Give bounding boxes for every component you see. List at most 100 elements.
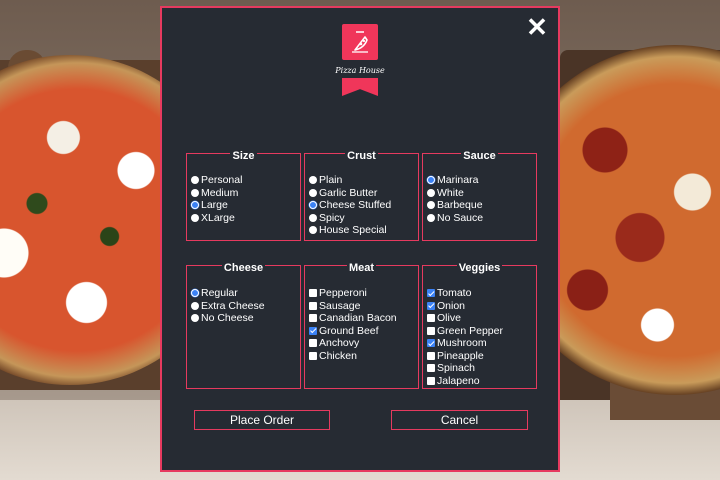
sauce-option-marinara[interactable]: Marinara [427, 174, 532, 187]
veggies-option-onion[interactable]: Onion [427, 300, 532, 313]
sauce-group: Sauce Marinara White Barbeque No Sauce [422, 150, 537, 241]
order-modal: ✕ Pizza House Size Personal Medium Large XL… [160, 6, 560, 472]
veggies-option-pineapple[interactable]: Pineapple [427, 350, 532, 363]
cheese-group-title: Cheese [221, 262, 266, 274]
sauce-group-title: Sauce [461, 150, 498, 162]
radio-button[interactable] [309, 176, 317, 185]
meat-option-canadian-bacon[interactable]: Canadian Bacon [309, 312, 414, 325]
meat-option-pepperoni[interactable]: Pepperoni [309, 287, 414, 300]
radio-button[interactable] [191, 314, 199, 323]
veggies-group: Veggies Tomato Onion Olive Green Pepper Mush… [422, 262, 537, 389]
option-label: Extra Cheese [201, 299, 265, 312]
radio-button[interactable] [427, 213, 435, 222]
option-label: Pepperoni [319, 287, 367, 300]
crust-group-title: Crust [345, 150, 378, 162]
cancel-button[interactable]: Cancel [391, 410, 528, 430]
cheese-option-extra-cheese[interactable]: Extra Cheese [191, 300, 296, 313]
veggies-group-title: Veggies [456, 262, 503, 274]
crust-option-house-special[interactable]: House Special [309, 224, 414, 237]
option-label: Spinach [437, 362, 475, 375]
veggies-option-jalapeno[interactable]: Jalapeno [427, 375, 532, 388]
checkbox[interactable] [309, 301, 317, 310]
radio-button[interactable] [309, 201, 317, 210]
veggies-option-mushroom[interactable]: Mushroom [427, 337, 532, 350]
veggies-option-tomato[interactable]: Tomato [427, 287, 532, 300]
option-label: Regular [201, 287, 238, 300]
crust-option-garlic-butter[interactable]: Garlic Butter [309, 187, 414, 200]
option-label: Ground Beef [319, 324, 379, 337]
checkbox[interactable] [309, 289, 317, 298]
pizza-house-logo: Pizza House [335, 24, 385, 96]
option-label: Medium [201, 186, 239, 199]
cheese-option-regular[interactable]: Regular [191, 287, 296, 300]
option-label: White [437, 186, 464, 199]
radio-button[interactable] [427, 201, 435, 210]
option-label: Pineapple [437, 349, 484, 362]
option-label: Barbeque [437, 199, 483, 212]
checkbox[interactable] [427, 314, 435, 323]
radio-button[interactable] [191, 289, 199, 298]
radio-button[interactable] [309, 213, 317, 222]
radio-button[interactable] [191, 213, 199, 222]
veggies-option-olive[interactable]: Olive [427, 312, 532, 325]
checkbox[interactable] [427, 326, 435, 335]
checkbox[interactable] [309, 351, 317, 360]
crust-group: Crust Plain Garlic Butter Cheese Stuffed Sp… [304, 150, 419, 241]
checkbox[interactable] [427, 364, 435, 373]
crust-option-plain[interactable]: Plain [309, 174, 414, 187]
cheese-group: Cheese Regular Extra Cheese No Cheese [186, 262, 301, 389]
sauce-option-no-sauce[interactable]: No Sauce [427, 212, 532, 225]
close-icon[interactable]: ✕ [526, 14, 548, 40]
sauce-option-white[interactable]: White [427, 187, 532, 200]
checkbox[interactable] [309, 314, 317, 323]
radio-button[interactable] [309, 226, 317, 235]
checkbox[interactable] [309, 339, 317, 348]
meat-option-ground-beef[interactable]: Ground Beef [309, 325, 414, 338]
option-label: Olive [437, 312, 461, 325]
option-label: Marinara [437, 174, 479, 187]
option-label: Plain [319, 174, 343, 187]
option-label: No Cheese [201, 312, 254, 325]
checkbox[interactable] [427, 301, 435, 310]
sauce-option-barbeque[interactable]: Barbeque [427, 199, 532, 212]
meat-option-sausage[interactable]: Sausage [309, 300, 414, 313]
option-label: Onion [437, 299, 466, 312]
place-order-button[interactable]: Place Order [194, 410, 330, 430]
radio-button[interactable] [191, 188, 199, 197]
pizza-slice-icon [342, 24, 378, 60]
size-option-personal[interactable]: Personal [191, 174, 296, 187]
radio-button[interactable] [427, 176, 435, 185]
option-label: Personal [201, 174, 243, 187]
meat-group: Meat Pepperoni Sausage Canadian Bacon Groun… [304, 262, 419, 389]
radio-button[interactable] [427, 188, 435, 197]
size-option-medium[interactable]: Medium [191, 187, 296, 200]
checkbox[interactable] [427, 289, 435, 298]
option-label: No Sauce [437, 211, 484, 224]
radio-button[interactable] [191, 201, 199, 210]
size-option-xlarge[interactable]: XLarge [191, 212, 296, 225]
radio-button[interactable] [191, 301, 199, 310]
checkbox[interactable] [427, 339, 435, 348]
meat-option-anchovy[interactable]: Anchovy [309, 337, 414, 350]
checkbox[interactable] [427, 351, 435, 360]
veggies-option-spinach[interactable]: Spinach [427, 362, 532, 375]
radio-button[interactable] [191, 176, 199, 185]
option-label: Tomato [437, 287, 472, 300]
option-label: Jalapeno [437, 374, 480, 387]
option-label: Cheese Stuffed [319, 199, 392, 212]
checkbox[interactable] [427, 376, 435, 385]
cheese-option-no-cheese[interactable]: No Cheese [191, 312, 296, 325]
crust-option-spicy[interactable]: Spicy [309, 212, 414, 225]
crust-option-cheese-stuffed[interactable]: Cheese Stuffed [309, 199, 414, 212]
option-label: Anchovy [319, 337, 360, 350]
option-label: Mushroom [437, 337, 487, 350]
size-option-large[interactable]: Large [191, 199, 296, 212]
option-label: Canadian Bacon [319, 312, 397, 325]
veggies-option-green-pepper[interactable]: Green Pepper [427, 325, 532, 338]
size-group: Size Personal Medium Large XLarge [186, 150, 301, 241]
checkbox[interactable] [309, 326, 317, 335]
option-label: Garlic Butter [319, 186, 378, 199]
radio-button[interactable] [309, 188, 317, 197]
option-label: House Special [319, 224, 387, 237]
meat-option-chicken[interactable]: Chicken [309, 350, 414, 363]
